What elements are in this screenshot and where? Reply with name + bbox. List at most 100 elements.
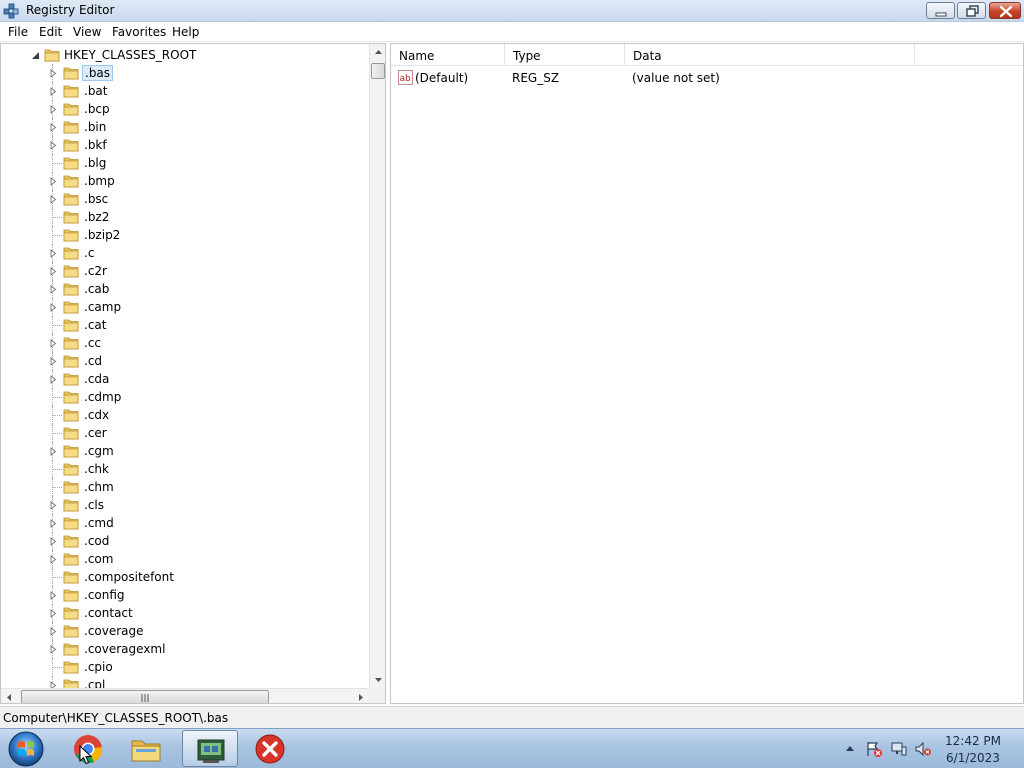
tree-item[interactable]: .cda xyxy=(1,370,370,388)
tree-item[interactable]: .bsc xyxy=(1,190,370,208)
expand-arrow-icon[interactable] xyxy=(49,69,57,78)
tree-item[interactable]: .bkf xyxy=(1,136,370,154)
key-tree-pane[interactable]: HKEY_CLASSES_ROOT .bas .bat .bcp .bin .bkf .b… xyxy=(0,43,386,704)
expand-arrow-icon[interactable] xyxy=(49,177,57,186)
tree-item[interactable]: .cls xyxy=(1,496,370,514)
collapse-arrow-icon[interactable] xyxy=(31,51,40,60)
tree-item[interactable]: .cer xyxy=(1,424,370,442)
scroll-up-arrow-icon[interactable] xyxy=(370,44,386,61)
expand-arrow-icon[interactable] xyxy=(49,285,57,294)
action-center-icon[interactable] xyxy=(865,740,883,758)
network-icon[interactable] xyxy=(890,740,908,758)
tree-item[interactable]: .cgm xyxy=(1,442,370,460)
tree-item[interactable]: .coverage xyxy=(1,622,370,640)
folder-icon xyxy=(63,175,79,188)
taskbar-error-app-button[interactable] xyxy=(242,730,298,767)
start-button-icon[interactable] xyxy=(6,730,46,768)
title-bar: Registry Editor xyxy=(0,0,1024,22)
expand-arrow-icon[interactable] xyxy=(49,87,57,96)
tree-item[interactable]: .bat xyxy=(1,82,370,100)
minimize-button[interactable] xyxy=(926,2,955,19)
taskbar-explorer-button[interactable] xyxy=(118,730,174,767)
show-hidden-icons-icon[interactable] xyxy=(844,743,856,753)
tree-item[interactable]: .cab xyxy=(1,280,370,298)
tree-vertical-scrollbar[interactable] xyxy=(369,44,386,688)
tree-item[interactable]: .chm xyxy=(1,478,370,496)
expand-arrow-icon[interactable] xyxy=(49,627,57,636)
tree-horizontal-scrollbar[interactable] xyxy=(1,688,370,704)
tree-root-hkey-classes-root[interactable]: HKEY_CLASSES_ROOT xyxy=(1,46,370,64)
close-button[interactable] xyxy=(989,2,1021,19)
tree-item-label: .bin xyxy=(84,120,107,134)
expand-arrow-icon[interactable] xyxy=(49,303,57,312)
tree-item[interactable]: .cc xyxy=(1,334,370,352)
tree-item-label: .coverage xyxy=(84,624,144,638)
tree-item[interactable]: .bin xyxy=(1,118,370,136)
volume-muted-icon[interactable] xyxy=(914,740,932,758)
scroll-left-arrow-icon[interactable] xyxy=(1,689,18,704)
tree-guide-line xyxy=(53,667,62,668)
tree-item-label: .cgm xyxy=(84,444,114,458)
tree-item[interactable]: .cat xyxy=(1,316,370,334)
scroll-grip-icon xyxy=(141,694,149,702)
expand-arrow-icon[interactable] xyxy=(49,105,57,114)
expand-arrow-icon[interactable] xyxy=(49,555,57,564)
tree-item[interactable]: .cod xyxy=(1,532,370,550)
restore-button[interactable] xyxy=(957,2,986,19)
expand-arrow-icon[interactable] xyxy=(49,375,57,384)
tree-item[interactable]: .compositefont xyxy=(1,568,370,586)
column-header-data[interactable]: Data xyxy=(625,44,915,66)
tree-item[interactable]: .chk xyxy=(1,460,370,478)
folder-open-icon xyxy=(44,49,60,62)
scroll-down-arrow-icon[interactable] xyxy=(370,671,386,688)
tree-item[interactable]: .bas xyxy=(1,64,370,82)
tree-item-label: .com xyxy=(84,552,114,566)
scroll-right-arrow-icon[interactable] xyxy=(352,689,369,704)
tree-item[interactable]: .coveragexml xyxy=(1,640,370,658)
expand-arrow-icon[interactable] xyxy=(49,195,57,204)
expand-arrow-icon[interactable] xyxy=(49,357,57,366)
tree-item[interactable]: .c2r xyxy=(1,262,370,280)
tree-item[interactable]: .cmd xyxy=(1,514,370,532)
column-header-type[interactable]: Type xyxy=(505,44,625,66)
vertical-scroll-thumb[interactable] xyxy=(371,63,385,79)
menu-file[interactable]: File xyxy=(8,25,28,39)
tree-item[interactable]: .cdx xyxy=(1,406,370,424)
expand-arrow-icon[interactable] xyxy=(49,123,57,132)
tree-item[interactable]: .bzip2 xyxy=(1,226,370,244)
expand-arrow-icon[interactable] xyxy=(49,339,57,348)
value-row-default[interactable]: ab (Default) REG_SZ (value not set) xyxy=(391,68,1023,88)
clock-time[interactable]: 12:42 PM xyxy=(940,734,1006,748)
expand-arrow-icon[interactable] xyxy=(49,447,57,456)
column-header-name[interactable]: Name xyxy=(391,44,505,66)
tree-item[interactable]: .cd xyxy=(1,352,370,370)
tree-item[interactable]: .config xyxy=(1,586,370,604)
expand-arrow-icon[interactable] xyxy=(49,591,57,600)
expand-arrow-icon[interactable] xyxy=(49,609,57,618)
tree-item[interactable]: .blg xyxy=(1,154,370,172)
tree-item[interactable]: .bmp xyxy=(1,172,370,190)
tree-item[interactable]: .c xyxy=(1,244,370,262)
expand-arrow-icon[interactable] xyxy=(49,267,57,276)
clock-date[interactable]: 6/1/2023 xyxy=(940,751,1006,765)
tree-item[interactable]: .contact xyxy=(1,604,370,622)
menu-edit[interactable]: Edit xyxy=(39,25,62,39)
expand-arrow-icon[interactable] xyxy=(49,141,57,150)
menu-favorites[interactable]: Favorites xyxy=(112,25,166,39)
tree-item[interactable]: .bcp xyxy=(1,100,370,118)
values-pane[interactable]: Name Type Data ab (Default) REG_SZ (valu… xyxy=(390,43,1024,704)
expand-arrow-icon[interactable] xyxy=(49,249,57,258)
tree-item[interactable]: .cpio xyxy=(1,658,370,676)
tree-item[interactable]: .bz2 xyxy=(1,208,370,226)
expand-arrow-icon[interactable] xyxy=(49,519,57,528)
tree-item[interactable]: .cdmp xyxy=(1,388,370,406)
expand-arrow-icon[interactable] xyxy=(49,645,57,654)
tree-item[interactable]: .com xyxy=(1,550,370,568)
horizontal-scroll-thumb[interactable] xyxy=(21,690,269,703)
expand-arrow-icon[interactable] xyxy=(49,501,57,510)
menu-help[interactable]: Help xyxy=(172,25,199,39)
menu-view[interactable]: View xyxy=(73,25,101,39)
tree-item[interactable]: .camp xyxy=(1,298,370,316)
expand-arrow-icon[interactable] xyxy=(49,537,57,546)
taskbar-regedit-button[interactable] xyxy=(182,730,238,767)
